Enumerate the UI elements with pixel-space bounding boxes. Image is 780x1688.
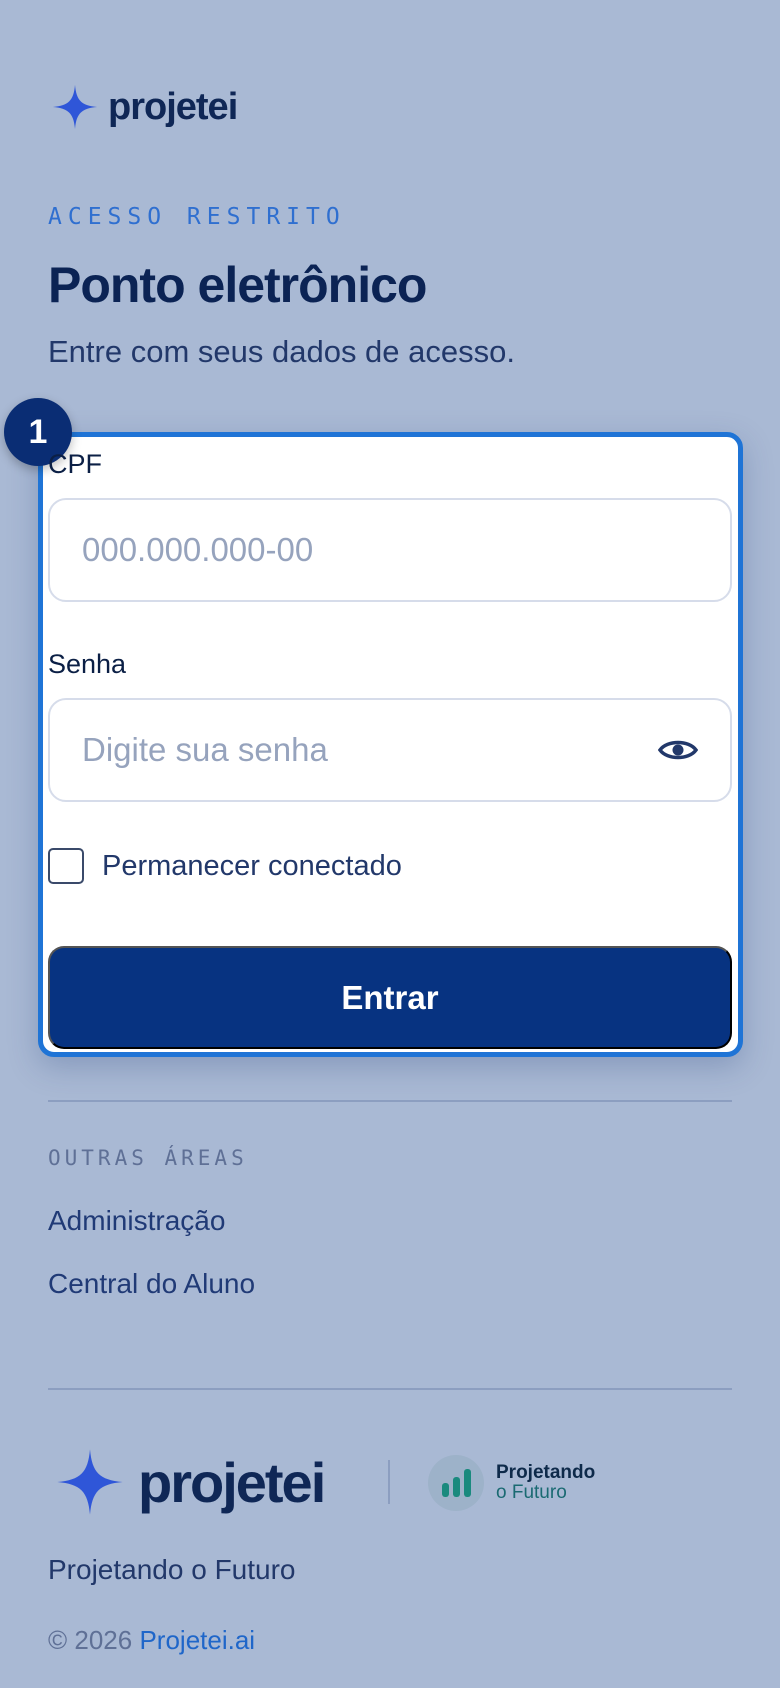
footer-tagline: Projetando o Futuro [48, 1554, 296, 1585]
eye-icon[interactable] [658, 736, 698, 764]
partner-name-line2: o Futuro [496, 1482, 567, 1503]
senha-label: Senha [48, 649, 127, 679]
copyright: © 2026 Projetei.ai [48, 1625, 255, 1656]
brand-name: projetei [108, 85, 238, 128]
remember-checkbox[interactable] [48, 848, 84, 884]
copyright-text: © 2026 [48, 1625, 133, 1655]
link-administracao[interactable]: Administração [48, 1205, 225, 1237]
sparkle-star-icon [56, 1448, 124, 1516]
submit-button[interactable]: Entrar [48, 946, 732, 1049]
partner-logo: Projetando o Futuro [428, 1455, 595, 1511]
senha-placeholder: Digite sua senha [82, 731, 328, 768]
brand-logo: projetei [52, 84, 238, 130]
cpf-label: CPF [48, 449, 102, 479]
copyright-link[interactable]: Projetei.ai [139, 1625, 255, 1655]
footer-brand-logo: projetei [56, 1448, 326, 1516]
remember-label: Permanecer conectado [102, 849, 402, 882]
footer-brand-name: projetei [138, 1450, 326, 1514]
page-title: Ponto eletrônico [48, 257, 427, 313]
partner-name-line1: Projetando [496, 1462, 596, 1484]
divider [48, 1388, 732, 1390]
cpf-input[interactable]: 000.000.000-00 [48, 498, 732, 602]
cpf-placeholder: 000.000.000-00 [82, 531, 314, 568]
senha-input[interactable]: Digite sua senha [48, 698, 732, 802]
eyebrow-label: ACESSO RESTRITO [48, 204, 346, 230]
remember-row[interactable]: Permanecer conectado [48, 848, 402, 884]
other-areas-title: OUTRAS ÁREAS [48, 1146, 248, 1170]
page-subtitle: Entre com seus dados de acesso. [48, 334, 515, 369]
divider [48, 1100, 732, 1102]
bar-chart-icon [428, 1455, 484, 1511]
sparkle-star-icon [52, 84, 98, 130]
logo-separator [388, 1460, 390, 1504]
link-central-do-aluno[interactable]: Central do Aluno [48, 1268, 255, 1300]
